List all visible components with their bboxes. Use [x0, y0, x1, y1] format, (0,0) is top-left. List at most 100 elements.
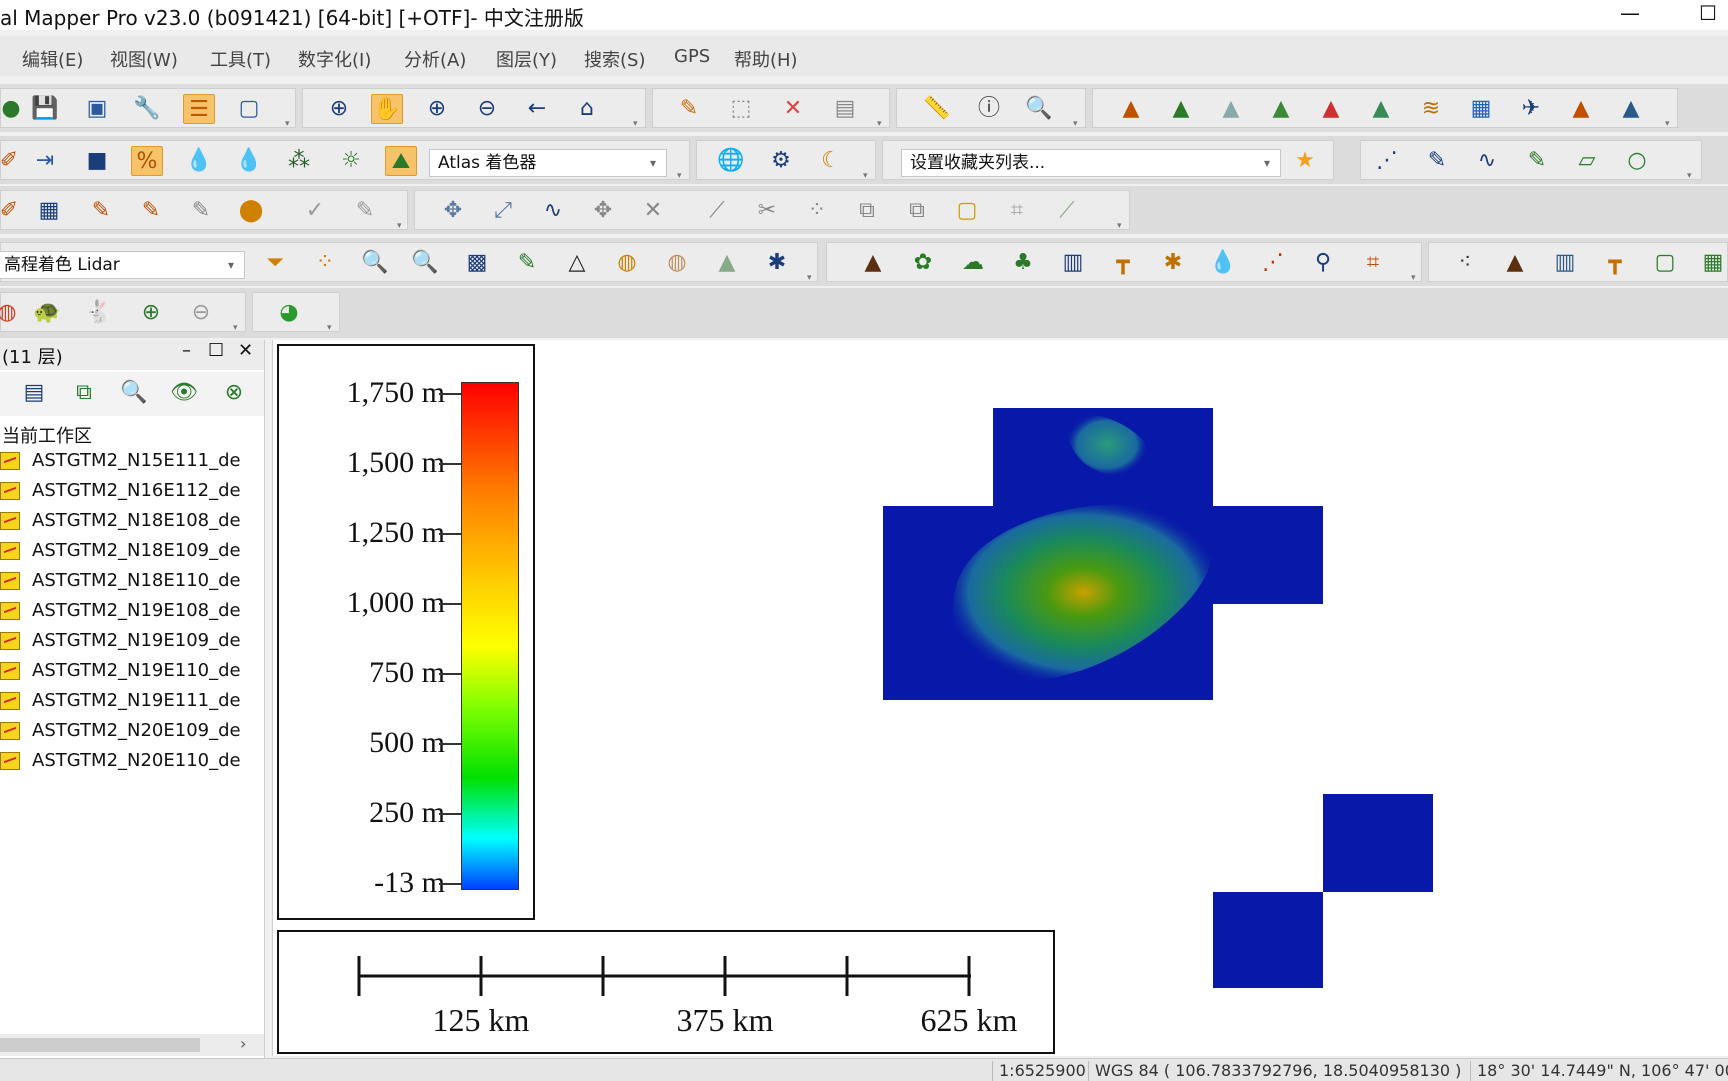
- overview-icon[interactable]: ▢: [233, 94, 265, 124]
- toolbar-grip[interactable]: ▾: [285, 119, 295, 129]
- class-wire-icon[interactable]: ┳: [1599, 248, 1631, 278]
- moon-icon[interactable]: ☾: [815, 146, 847, 176]
- star-icon[interactable]: ★: [1289, 146, 1321, 176]
- horizontal-scrollbar[interactable]: ›: [0, 1034, 264, 1056]
- menu-tools[interactable]: 工具(T): [210, 46, 271, 72]
- shader-select[interactable]: Atlas 着色器 ▾: [429, 149, 667, 177]
- rotate-icon[interactable]: ✕: [637, 196, 669, 226]
- panel-minimize-button[interactable]: –: [182, 340, 191, 361]
- class-area-icon[interactable]: ▢: [1649, 248, 1681, 278]
- triangle-icon[interactable]: △: [561, 248, 593, 278]
- draw-icon[interactable]: ✐: [0, 146, 25, 176]
- layer-item[interactable]: ASTGTM2_N20E110_de: [0, 750, 241, 778]
- toolbar-grip[interactable]: ▾: [807, 273, 817, 283]
- menu-analysis[interactable]: 分析(A): [404, 46, 466, 72]
- layer-item[interactable]: ASTGTM2_N19E108_de: [0, 600, 241, 628]
- menu-layer[interactable]: 图层(Y): [496, 46, 557, 72]
- brush-icon[interactable]: ✐: [0, 196, 25, 226]
- classify-points-icon[interactable]: 🔍: [359, 248, 391, 278]
- join-points-icon[interactable]: ⁘: [801, 196, 833, 226]
- favorites-select[interactable]: 设置收藏夹列表... ▾: [901, 149, 1281, 177]
- workspace-icon[interactable]: ▣: [81, 94, 113, 124]
- class-structure-icon[interactable]: ▥: [1549, 248, 1581, 278]
- water-level-icon[interactable]: 💧: [183, 146, 215, 176]
- inspect-points-icon[interactable]: 🔍: [409, 248, 441, 278]
- zoom-tool-icon[interactable]: ⊕: [323, 94, 355, 124]
- scrollbar-thumb[interactable]: [0, 1038, 200, 1052]
- lidar-color-select[interactable]: 高程着色 Lidar ▾: [0, 251, 245, 279]
- contour-icon[interactable]: ▲: [1165, 94, 1197, 124]
- menu-help[interactable]: 帮助(H): [734, 46, 798, 72]
- layer-item[interactable]: ASTGTM2_N18E109_de: [0, 540, 241, 568]
- class-ground-icon[interactable]: ▲: [857, 248, 889, 278]
- layer-item[interactable]: ASTGTM2_N18E108_de: [0, 510, 241, 538]
- layer-search-icon[interactable]: 🔍: [118, 378, 150, 408]
- deselect-points-icon[interactable]: ◍: [661, 248, 693, 278]
- scroll-right-icon[interactable]: ›: [240, 1034, 246, 1053]
- line-of-sight-icon[interactable]: ▲: [1315, 94, 1347, 124]
- circle-digitize-icon[interactable]: ○: [1621, 146, 1653, 176]
- globe-icon[interactable]: 🌐: [715, 146, 747, 176]
- class-low-veg-icon[interactable]: ✿: [907, 248, 939, 278]
- layer-item[interactable]: ASTGTM2_N20E109_de: [0, 720, 241, 748]
- merge-shapes-icon[interactable]: ⬤: [235, 196, 267, 226]
- buffer-icon[interactable]: ▢: [951, 196, 983, 226]
- toolbar-grip[interactable]: ▾: [1073, 119, 1083, 129]
- fast-rabbit-icon[interactable]: 🐇: [83, 298, 115, 328]
- edit-vertex-icon[interactable]: ✎: [349, 196, 381, 226]
- cut-line-icon[interactable]: ✂: [751, 196, 783, 226]
- select-points-icon[interactable]: ◍: [611, 248, 643, 278]
- menu-search[interactable]: 搜索(S): [584, 46, 645, 72]
- noise-icon[interactable]: ✱: [761, 248, 793, 278]
- edit-class-icon[interactable]: ✎: [511, 248, 543, 278]
- class-high-veg-icon[interactable]: ♣: [1007, 248, 1039, 278]
- volume-icon[interactable]: ▲: [1365, 94, 1397, 124]
- zoom-in-icon[interactable]: ⊕: [421, 94, 453, 124]
- hillshade-icon[interactable]: ⛰: [385, 146, 417, 176]
- raster-calc-icon[interactable]: ▦: [1465, 94, 1497, 124]
- layer-remove-icon[interactable]: ⊗: [218, 378, 250, 408]
- toolbar-grip[interactable]: ▾: [633, 119, 643, 129]
- class-water-icon[interactable]: 💧: [1207, 248, 1239, 278]
- viewshed-icon[interactable]: ▲: [1265, 94, 1297, 124]
- zoom-out-icon[interactable]: ⊖: [471, 94, 503, 124]
- copy-feature-icon[interactable]: ⧉: [901, 196, 933, 226]
- move-vertex-icon[interactable]: ✎: [135, 196, 167, 226]
- water-rise-icon[interactable]: 💧: [233, 146, 265, 176]
- panel-close-button[interactable]: ✕: [238, 340, 253, 361]
- connect-line-icon[interactable]: ⟋: [701, 196, 733, 226]
- feature-search-icon[interactable]: 🔍: [1023, 94, 1055, 124]
- crop-icon[interactable]: ⌗: [1001, 196, 1033, 226]
- class-tower-icon[interactable]: ✱: [1157, 248, 1189, 278]
- menu-view[interactable]: 视图(W): [110, 46, 178, 72]
- class-rail-icon[interactable]: ⋰: [1257, 248, 1289, 278]
- toolbar-grip[interactable]: ▾: [863, 171, 873, 181]
- menu-edit[interactable]: 编辑(E): [22, 46, 83, 72]
- info-icon[interactable]: ⓘ: [973, 94, 1005, 124]
- class-pole-icon[interactable]: ┳: [1107, 248, 1139, 278]
- add-layer-icon[interactable]: ⊕: [135, 298, 167, 328]
- toolbar-grip[interactable]: ▾: [327, 323, 337, 333]
- measure-tape-icon[interactable]: ⟋: [1051, 196, 1083, 226]
- split-line-icon[interactable]: ✓: [299, 196, 331, 226]
- toolbar-grip[interactable]: ▾: [233, 323, 243, 333]
- toolbar-grip[interactable]: ▾: [1687, 171, 1697, 181]
- toolbar-grip[interactable]: ▾: [877, 119, 887, 129]
- layer-item[interactable]: ASTGTM2_N15E111_de: [0, 450, 241, 478]
- profile-icon[interactable]: ▲: [1565, 94, 1597, 124]
- elevation-legend[interactable]: 1,750 m 1,500 m 1,250 m 1,000 m 750 m 50…: [277, 344, 535, 920]
- class-terrain-icon[interactable]: ▲: [1499, 248, 1531, 278]
- ground-icon[interactable]: ▲: [711, 248, 743, 278]
- map-view[interactable]: 1,750 m 1,500 m 1,250 m 1,000 m 750 m 50…: [272, 340, 1728, 1056]
- toolbar-grip[interactable]: ▾: [397, 221, 407, 231]
- stop-icon[interactable]: ◍: [0, 298, 23, 328]
- layer-item[interactable]: ASTGTM2_N19E109_de: [0, 630, 241, 658]
- watershed-icon[interactable]: ▲: [1215, 94, 1247, 124]
- ruler-icon[interactable]: 📏: [921, 94, 953, 124]
- menu-gps[interactable]: GPS: [674, 46, 710, 67]
- maximize-button[interactable]: ☐: [1688, 0, 1728, 30]
- filter-icon[interactable]: ⏷: [259, 248, 291, 278]
- lidar-points-icon[interactable]: ⁂: [283, 146, 315, 176]
- panel-maximize-button[interactable]: ☐: [208, 340, 224, 361]
- toolbar-grip[interactable]: ▾: [1411, 273, 1421, 283]
